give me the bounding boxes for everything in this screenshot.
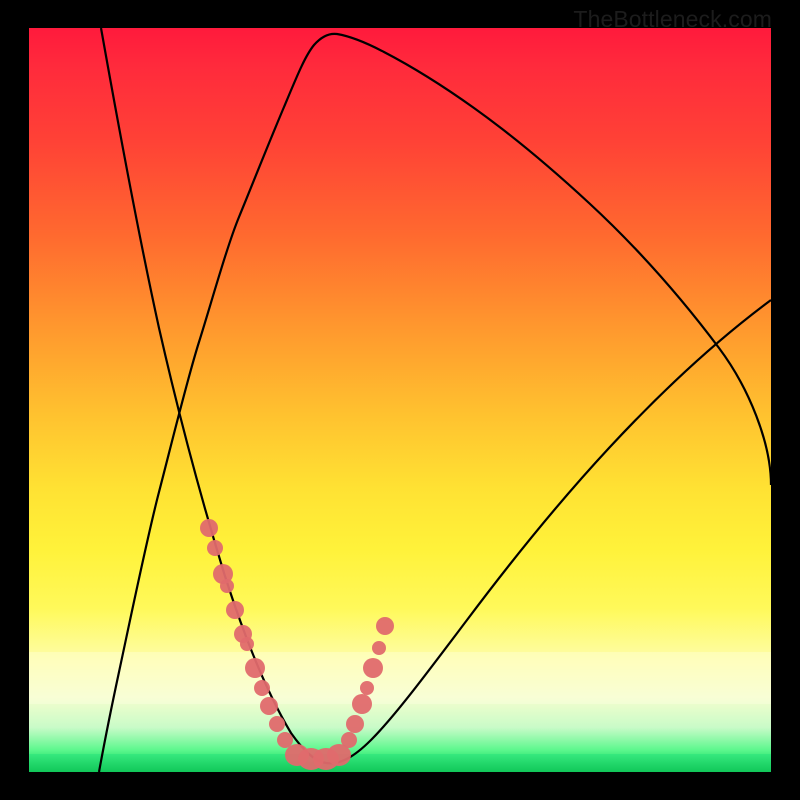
chart-svg xyxy=(29,28,771,772)
bottleneck-curve-main xyxy=(101,28,771,763)
bottom-blob xyxy=(285,744,351,770)
right-marker-cluster xyxy=(341,617,394,748)
